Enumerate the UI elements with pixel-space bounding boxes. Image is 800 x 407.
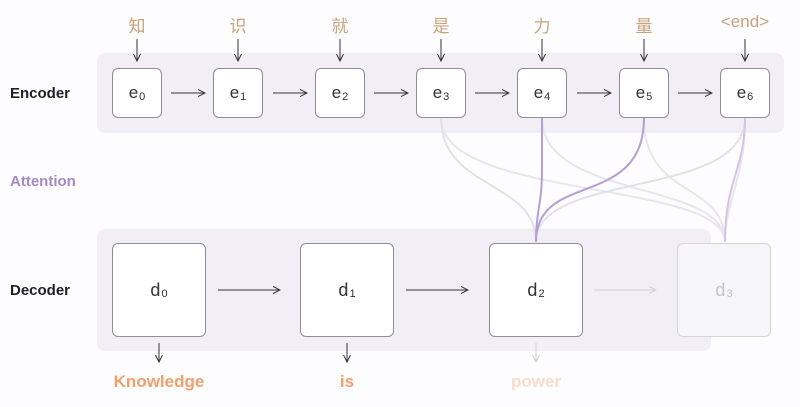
decoder-state-d2: d2 [489, 243, 583, 337]
output-word-pending: power [510, 372, 562, 391]
encoder-state-e0: e0 [112, 68, 162, 118]
decoder-state-symbol: d [715, 279, 726, 300]
attention-curve-weak [724, 117, 746, 243]
decoder-state-symbol: d [150, 279, 161, 300]
encoder-state-index: 6 [747, 91, 754, 103]
decoder-output-arrows [159, 343, 347, 362]
encoder-state-e2: e2 [315, 68, 365, 118]
decoder-state-d0: d0 [112, 243, 206, 337]
connections-layer [0, 39, 800, 407]
encoder-state-index: 4 [544, 91, 551, 103]
encoder-state-index: 5 [646, 91, 653, 103]
encoder-state-symbol: e [533, 83, 544, 102]
encoder-state-symbol: e [736, 83, 747, 102]
decoder-state-index: 3 [726, 288, 733, 300]
encoder-state-symbol: e [331, 83, 342, 102]
input-token: 力 [533, 17, 551, 36]
decoder-state-index: 1 [349, 288, 356, 300]
encoder-state-symbol: e [635, 83, 646, 102]
input-token: 量 [635, 17, 653, 36]
output-word: Knowledge [113, 372, 205, 391]
input-token-end: <end> [720, 12, 770, 31]
input-token: 就 [331, 17, 349, 36]
decoder-state-index: 0 [161, 288, 168, 300]
input-token: 知 [128, 17, 146, 36]
input-token: 是 [432, 17, 450, 36]
decoder-state-index: 2 [538, 288, 545, 300]
decoder-state-d1: d1 [300, 243, 394, 337]
encoder-state-symbol: e [128, 83, 139, 102]
attention-curves-light [440, 117, 746, 243]
encoder-state-e5: e5 [619, 68, 669, 118]
encoder-state-e4: e4 [517, 68, 567, 118]
input-token: 识 [229, 17, 247, 36]
encoder-state-index: 1 [240, 91, 247, 103]
output-word: is [339, 372, 355, 391]
decoder-state-symbol: d [338, 279, 349, 300]
attention-curves-strong [535, 117, 645, 243]
encoder-state-index: 3 [443, 91, 450, 103]
decoder-state-symbol: d [527, 279, 538, 300]
attention-diagram: Encoder Attention Decoder 知 识 就 是 力 量 <e… [0, 0, 800, 407]
encoder-state-index: 0 [139, 91, 146, 103]
encoder-state-e6: e6 [720, 68, 770, 118]
encoder-state-e1: e1 [213, 68, 263, 118]
encoder-state-e3: e3 [416, 68, 466, 118]
token-to-encoder-arrows [137, 39, 745, 61]
decoder-state-d3: d3 [677, 243, 771, 337]
encoder-state-symbol: e [432, 83, 443, 102]
encoder-state-symbol: e [229, 83, 240, 102]
attention-curves-faint [440, 117, 746, 243]
encoder-state-index: 2 [342, 91, 349, 103]
